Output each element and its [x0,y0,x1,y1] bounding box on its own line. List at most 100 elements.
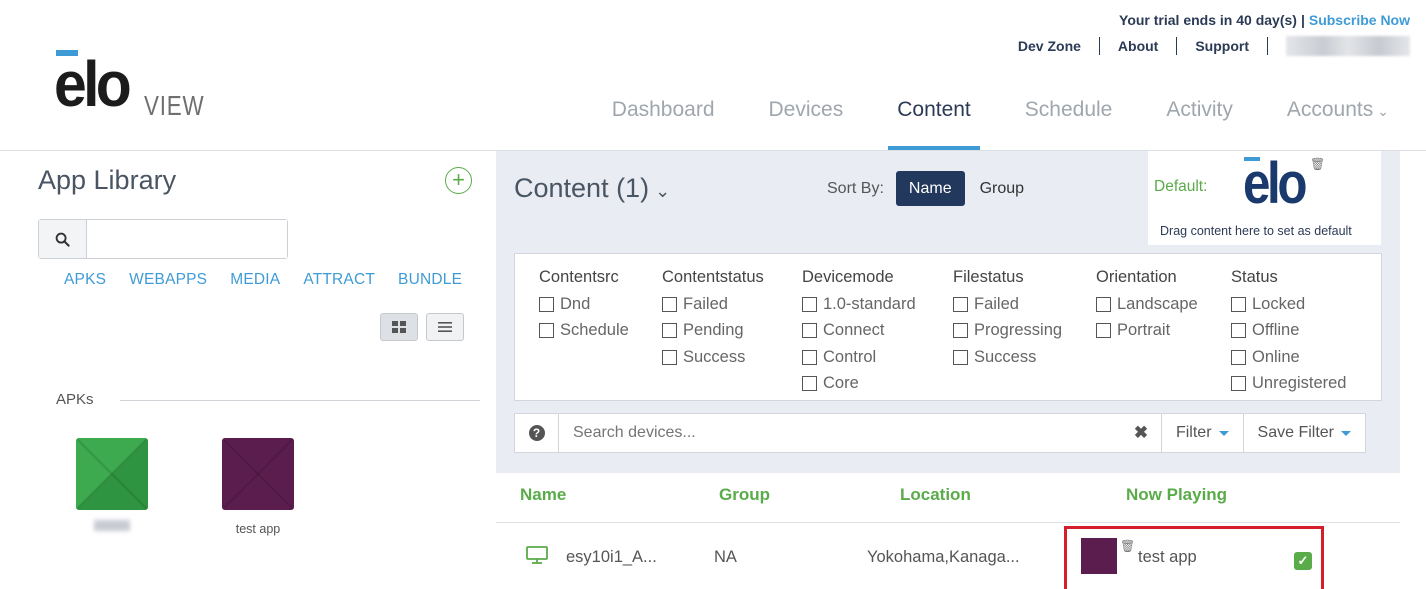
category-bundle[interactable]: BUNDLE [398,271,462,289]
tab-devices[interactable]: Devices [742,98,871,150]
category-apks[interactable]: APKS [64,271,106,289]
app-tile[interactable]: test app [222,438,294,536]
checkbox[interactable] [662,349,677,365]
checkbox[interactable] [539,323,554,339]
filter-group-orientation: Orientation Landscape Portrait [1096,268,1198,344]
search-icon[interactable] [39,220,87,258]
filter-option-label: Pending [683,321,744,340]
checkbox[interactable] [1231,323,1246,339]
filter-option-label: Progressing [974,321,1063,340]
filter-option[interactable]: Success [662,344,764,371]
column-name[interactable]: Name [520,485,566,505]
column-group[interactable]: Group [719,485,770,505]
tab-accounts-label: Accounts [1286,98,1374,121]
user-account-redacted[interactable] [1286,36,1410,56]
chevron-down-icon: ⌄ [655,181,671,201]
filter-option[interactable]: Core [802,371,916,398]
checkbox[interactable] [953,296,968,312]
filter-option[interactable]: Pending [662,318,764,345]
sort-by: Sort By: Name Group [827,171,1037,206]
checkbox[interactable] [1231,296,1246,312]
content-title[interactable]: Content (1) ⌄ [514,173,670,204]
trial-separator: | [1300,12,1305,28]
sort-group-button[interactable]: Group [967,171,1037,206]
checkbox[interactable] [662,296,677,312]
filter-option[interactable]: Connect [802,318,916,345]
checkbox[interactable] [802,296,817,312]
checkbox[interactable] [1096,296,1111,312]
list-view-icon[interactable] [426,313,464,341]
device-search-input[interactable] [559,414,1121,452]
content-panel: Content (1) ⌄ Sort By: Name Group Default… [496,151,1400,473]
filter-dropdown-button[interactable]: Filter [1160,414,1243,452]
checkbox[interactable] [802,323,817,339]
table-row[interactable]: esy10i1_A... NA Yokohama,Kanaga... 🗑 tes… [496,524,1400,589]
checkbox[interactable] [539,296,554,312]
filter-option-label: Core [823,374,859,393]
filter-option[interactable]: Schedule [539,318,629,345]
chevron-down-icon: ⌄ [1377,103,1389,119]
default-content-dropzone[interactable]: Default: elo 🗑 Drag content here to set … [1148,151,1381,245]
caret-down-icon [1341,430,1351,436]
filter-option[interactable]: Offline [1231,318,1346,345]
clear-icon[interactable]: ✖ [1121,414,1161,452]
filter-option[interactable]: 1.0-standard [802,291,916,318]
filter-option[interactable]: Success [953,344,1062,371]
tab-content[interactable]: Content [870,98,998,150]
checkbox[interactable] [802,376,817,392]
filter-option-label: Offline [1252,321,1300,340]
column-location[interactable]: Location [900,485,971,505]
about-link[interactable]: About [1100,37,1178,55]
category-media[interactable]: MEDIA [230,271,280,289]
filter-option[interactable]: Progressing [953,318,1062,345]
filter-option[interactable]: Control [802,344,916,371]
checkbox[interactable] [1231,349,1246,365]
tab-dashboard[interactable]: Dashboard [585,98,742,150]
trash-icon[interactable]: 🗑 [1120,539,1135,553]
filter-option-label: Portrait [1117,321,1171,340]
plus-circle-icon[interactable]: + [445,167,472,194]
filter-option[interactable]: Locked [1231,291,1346,318]
filter-button-label: Filter [1175,424,1212,441]
filter-option[interactable]: Online [1231,344,1346,371]
monitor-icon [526,546,548,564]
filter-option[interactable]: Failed [662,291,764,318]
filter-option-label: Connect [823,321,885,340]
checkbox[interactable] [953,323,968,339]
column-now-playing[interactable]: Now Playing [1126,485,1227,505]
sort-name-button[interactable]: Name [895,171,965,206]
support-link[interactable]: Support [1177,37,1268,55]
checkbox-checked-icon[interactable]: ✓ [1294,552,1312,570]
help-icon[interactable]: ? [515,414,559,452]
save-filter-dropdown-button[interactable]: Save Filter [1242,414,1365,452]
filter-option-label: Failed [974,294,1019,313]
filter-option[interactable]: Landscape [1096,291,1198,318]
filter-heading: Devicemode [802,268,894,286]
tab-schedule[interactable]: Schedule [998,98,1140,150]
checkbox[interactable] [1231,376,1246,392]
filter-option-label: 1.0-standard [823,294,916,313]
filter-option-label: Locked [1252,294,1306,313]
checkbox[interactable] [953,349,968,365]
checkbox[interactable] [802,349,817,365]
filter-option[interactable]: Portrait [1096,318,1198,345]
dev-zone-link[interactable]: Dev Zone [1000,37,1100,55]
tab-accounts[interactable]: Accounts ⌄ [1260,98,1416,150]
app-tile[interactable] [76,438,148,531]
app-search-input[interactable] [87,220,287,258]
grid-view-icon[interactable] [380,313,418,341]
subscribe-link[interactable]: Subscribe Now [1309,12,1410,28]
filter-option[interactable]: Unregistered [1231,371,1346,398]
filter-option[interactable]: Dnd [539,291,629,318]
checkbox[interactable] [662,323,677,339]
device-name[interactable]: esy10i1_A... [566,548,657,567]
sort-by-label: Sort By: [827,179,884,197]
checkbox[interactable] [1096,323,1111,339]
trial-banner: Your trial ends in 40 day(s) | Subscribe N… [1119,12,1410,28]
filter-heading: Filestatus [953,268,1024,286]
filter-option[interactable]: Failed [953,291,1062,318]
category-attract[interactable]: ATTRACT [303,271,375,289]
tab-activity[interactable]: Activity [1139,98,1260,150]
trash-icon[interactable]: 🗑 [1310,157,1325,171]
category-webapps[interactable]: WEBAPPS [129,271,207,289]
